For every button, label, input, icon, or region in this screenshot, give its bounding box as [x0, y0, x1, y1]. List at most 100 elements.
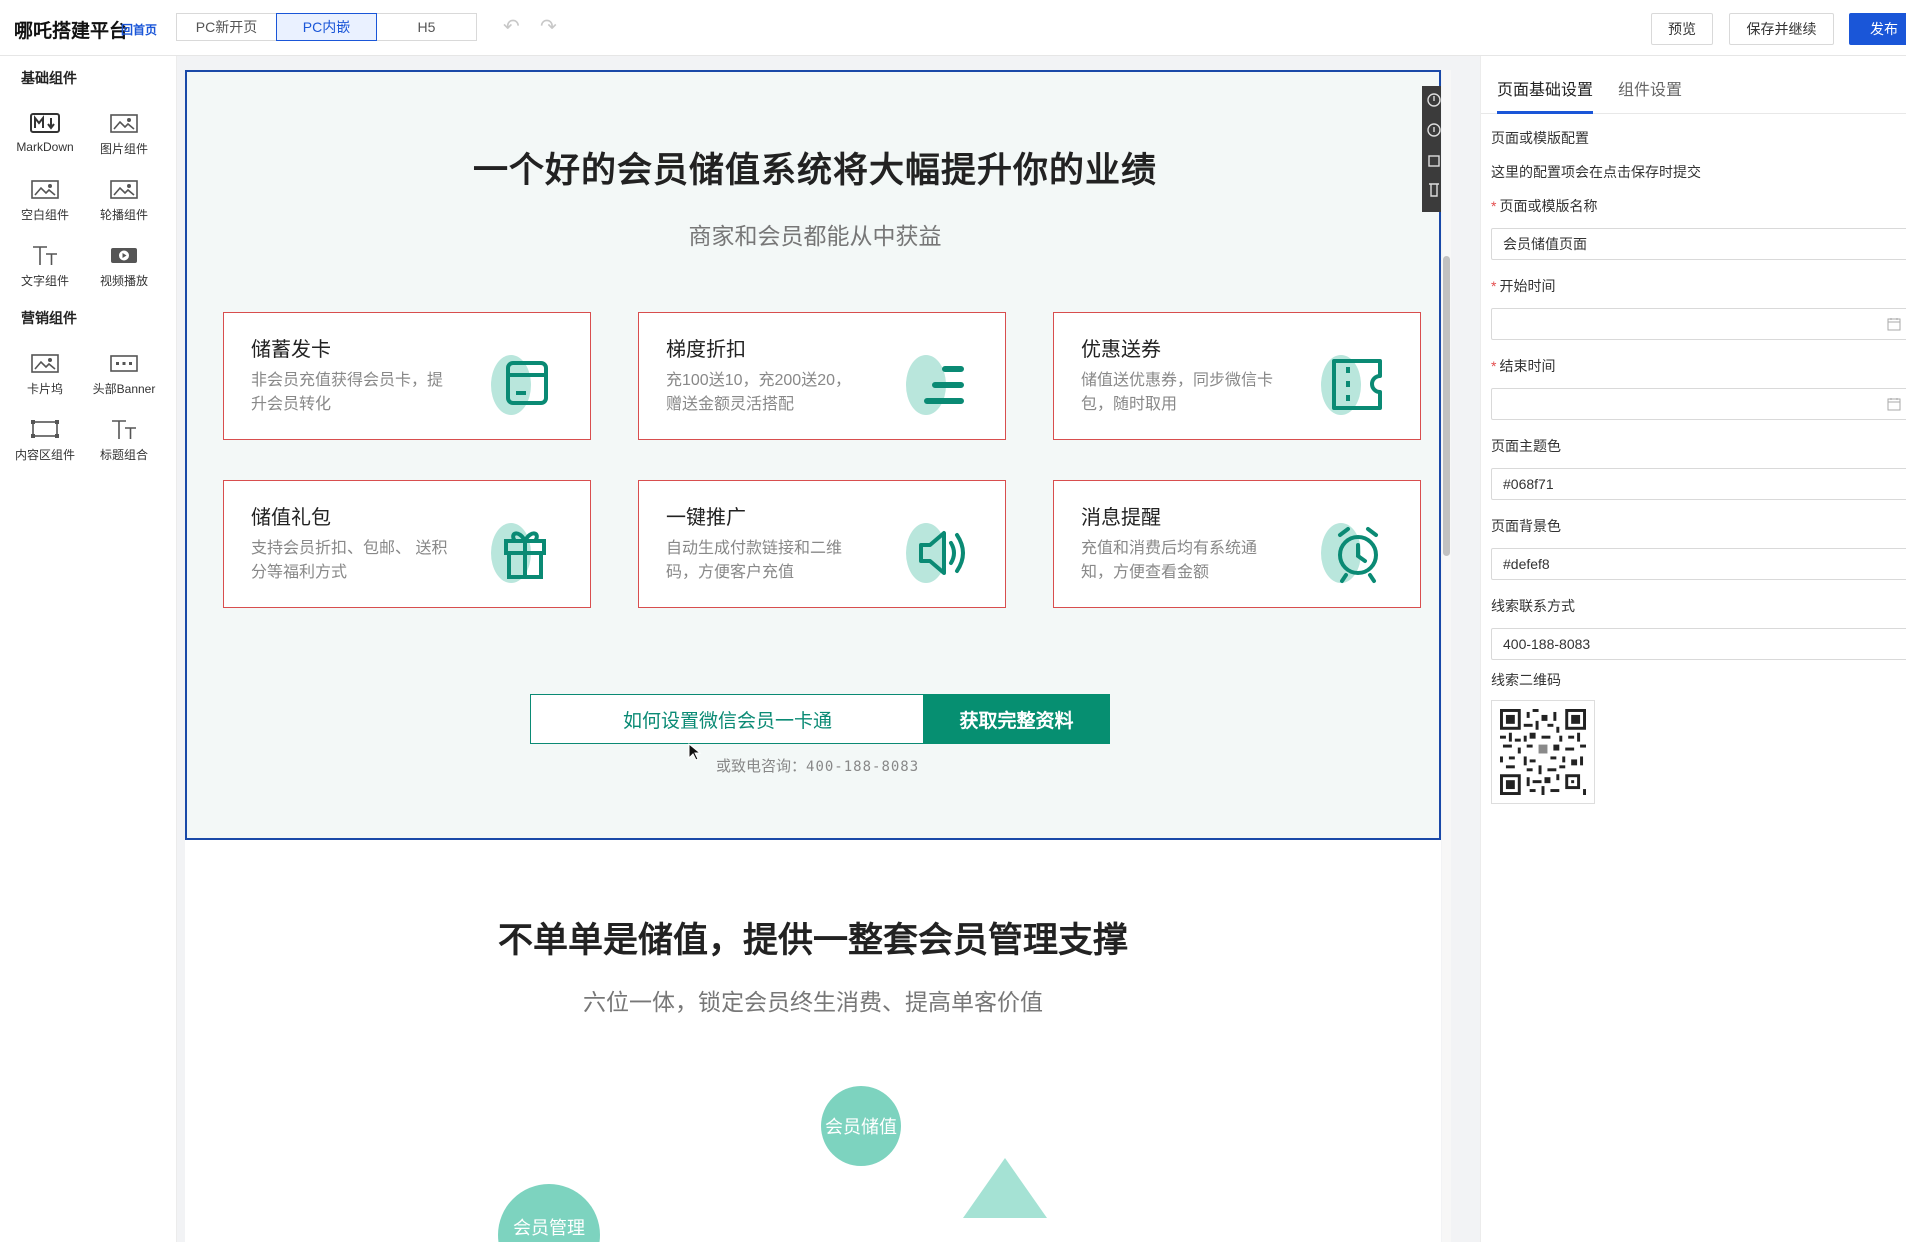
settings-tabs: 页面基础设置 组件设置 [1481, 56, 1906, 114]
banner-icon [84, 348, 164, 378]
mouse-cursor-icon [688, 742, 702, 766]
section2-subtitle: 六位一体，锁定会员终生消费、提高单客价值 [583, 989, 1043, 1015]
mode-tab-pc-new[interactable]: PC新开页 [176, 13, 277, 41]
component-text[interactable]: 文字组件 [5, 240, 85, 289]
marketing-components-title: 营销组件 [21, 310, 77, 326]
markdown-icon [5, 108, 85, 138]
phone-prefix: 或致电咨询： [716, 758, 807, 775]
component-label: 内容区组件 [14, 448, 75, 462]
text-icon [5, 240, 85, 270]
bg-color-label: 页面背景色 [1491, 518, 1561, 534]
tab-component-settings[interactable]: 组件设置 [1618, 76, 1682, 100]
component-label: 图片组件 [99, 142, 148, 156]
home-link[interactable]: 回首页 [121, 21, 157, 38]
card-desc: 储值送优惠券，同步微信卡包，随时取用 [1081, 372, 1274, 413]
section-toolbar [1422, 86, 1441, 212]
card-title: 消息提醒 [1081, 507, 1161, 529]
selected-section[interactable]: 一个好的会员储值系统将大幅提升你的业绩 商家和会员都能从中获益 储蓄发卡 非会员… [185, 70, 1441, 840]
card-icon [1316, 521, 1396, 585]
bubble-member-stored-value: 会员储值 [821, 1086, 901, 1166]
mode-tab-h5[interactable]: H5 [376, 13, 477, 41]
card-desc: 非会员充值获得会员卡，提升会员转化 [251, 372, 444, 413]
redo-icon[interactable]: ↷ [540, 14, 557, 39]
undo-icon[interactable]: ↶ [503, 14, 520, 39]
component-image[interactable]: 图片组件 [84, 108, 164, 157]
contact-input[interactable]: 400-188-8083 [1491, 628, 1906, 660]
publish-button[interactable]: 发布 [1849, 13, 1906, 45]
component-label: 文字组件 [20, 274, 69, 288]
card-desc: 自动生成付款链接和二维码，方便客户充值 [666, 540, 843, 581]
card-desc: 充值和消费后均有系统通知，方便查看金额 [1081, 540, 1258, 581]
component-label: 空白组件 [20, 208, 69, 222]
component-label: 卡片坞 [26, 382, 63, 396]
contact-label: 线索联系方式 [1491, 598, 1575, 614]
card-icon [1316, 353, 1396, 417]
preview-button[interactable]: 预览 [1651, 13, 1713, 45]
name-field-label: * 页面或模版名称 [1491, 198, 1598, 214]
feature-card: 一键推广 自动生成付款链接和二维码，方便客户充值 [638, 480, 1006, 608]
calendar-icon [1887, 318, 1901, 331]
guide-link-button[interactable]: 如何设置微信会员一卡通 [530, 694, 925, 744]
image-icon [84, 174, 164, 204]
settings-panel: 页面基础设置 组件设置 页面或模版配置 这里的配置项会在点击保存时提交 * 页面或… [1480, 56, 1906, 1242]
card-title: 一键推广 [666, 507, 746, 529]
card-title: 梯度折扣 [666, 339, 746, 361]
card-title: 储蓄发卡 [251, 339, 331, 361]
component-title-group[interactable]: 标题组合 [84, 414, 164, 463]
card-desc: 充100送10，充200送20，赠送金额灵活搭配 [666, 372, 851, 413]
config-hint: 这里的配置项会在点击保存时提交 [1491, 164, 1701, 180]
card-title: 储值礼包 [251, 507, 331, 529]
component-content-area[interactable]: 内容区组件 [5, 414, 85, 463]
vertical-scrollbar[interactable] [1443, 256, 1450, 556]
card-icon [901, 521, 981, 585]
end-time-input[interactable] [1491, 388, 1906, 420]
component-header-banner[interactable]: 头部Banner [84, 348, 164, 397]
vertical-scrollbar-track [1442, 70, 1451, 1242]
component-card-dock[interactable]: 卡片坞 [5, 348, 85, 397]
video-icon [84, 240, 164, 270]
brand-title: 哪吒搭建平台 [14, 21, 129, 42]
tab-page-settings[interactable]: 页面基础设置 [1497, 76, 1593, 100]
component-carousel[interactable]: 轮播组件 [84, 174, 164, 223]
phone-number: 400-188-8083 [806, 759, 920, 775]
get-materials-button[interactable]: 获取完整资料 [923, 694, 1110, 744]
feature-card: 储蓄发卡 非会员充值获得会员卡，提升会员转化 [223, 312, 591, 440]
bubble-member-management: 会员管理 [498, 1184, 600, 1242]
end-time-label: * 结束时间 [1491, 358, 1556, 374]
mode-tab-pc-embed[interactable]: PC内嵌 [276, 13, 377, 41]
feature-card: 梯度折扣 充100送10，充200送20，赠送金额灵活搭配 [638, 312, 1006, 440]
theme-color-label: 页面主题色 [1491, 438, 1561, 454]
config-section-label: 页面或模版配置 [1491, 130, 1589, 146]
section2-title: 不单单是储值，提供一整套会员管理支撑 [497, 921, 1128, 960]
start-time-input[interactable] [1491, 308, 1906, 340]
card-icon [486, 353, 566, 417]
start-time-label: * 开始时间 [1491, 278, 1556, 294]
feature-card: 消息提醒 充值和消费后均有系统通知，方便查看金额 [1053, 480, 1421, 608]
card-title: 优惠送券 [1081, 339, 1161, 361]
save-continue-button[interactable]: 保存并继续 [1729, 13, 1834, 45]
active-tab-indicator [1497, 111, 1593, 114]
component-label: 标题组合 [99, 448, 148, 462]
feature-card: 优惠送券 储值送优惠券，同步微信卡包，随时取用 [1053, 312, 1421, 440]
page-name-input[interactable]: 会员储值页面 [1491, 228, 1906, 260]
basic-components-title: 基础组件 [21, 70, 77, 86]
text-icon [84, 414, 164, 444]
component-label: MarkDown [16, 140, 74, 154]
card-icon [901, 353, 981, 417]
mode-tabs: PC新开页 PC内嵌 H5 [176, 13, 477, 41]
bg-color-input[interactable]: #defef8 [1491, 548, 1906, 580]
component-label: 轮播组件 [99, 208, 148, 222]
component-blank[interactable]: 空白组件 [5, 174, 85, 223]
image-icon [84, 108, 164, 138]
phone-consult: 或致电咨询：400-188-8083 [716, 755, 919, 776]
feature-card: 储值礼包 支持会员折扣、包邮、 送积分等福利方式 [223, 480, 591, 608]
card-icon [486, 521, 566, 585]
arrow-up-icon [963, 1158, 1047, 1218]
section-subtitle: 商家和会员都能从中获益 [688, 223, 942, 249]
calendar-icon [1887, 398, 1901, 411]
qr-code-upload[interactable] [1491, 700, 1595, 804]
theme-color-input[interactable]: #068f71 [1491, 468, 1906, 500]
canvas-area: 一个好的会员储值系统将大幅提升你的业绩 商家和会员都能从中获益 储蓄发卡 非会员… [177, 56, 1480, 1242]
component-video[interactable]: 视频播放 [84, 240, 164, 289]
component-markdown[interactable]: MarkDown [5, 108, 85, 154]
